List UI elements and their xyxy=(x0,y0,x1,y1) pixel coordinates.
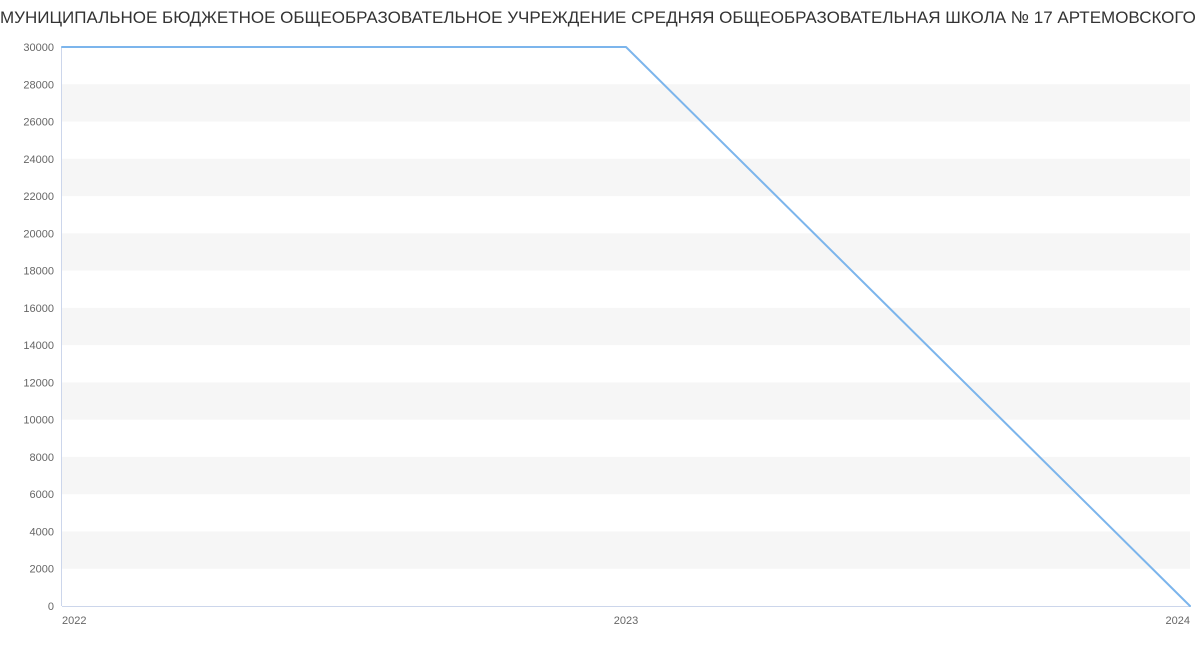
y-tick-label: 26000 xyxy=(23,117,54,129)
y-axis: 0 2000 4000 6000 8000 10000 12000 14000 16000 180… xyxy=(23,42,54,613)
y-tick-label: 22000 xyxy=(23,191,54,203)
y-tick-label: 30000 xyxy=(23,42,54,54)
y-tick-label: 10000 xyxy=(23,415,54,427)
y-tick-label: 14000 xyxy=(23,340,54,352)
y-tick-label: 12000 xyxy=(23,377,54,389)
y-tick-label: 28000 xyxy=(23,79,54,91)
x-tick-label: 2024 xyxy=(1166,615,1190,627)
chart-svg: 0 2000 4000 6000 8000 10000 12000 14000 16000 180… xyxy=(0,0,1200,650)
plot-bands xyxy=(62,84,1190,568)
y-tick-label: 18000 xyxy=(23,266,54,278)
y-tick-label: 0 xyxy=(48,601,54,613)
x-axis: 2022 2023 2024 xyxy=(62,615,1190,627)
y-tick-label: 8000 xyxy=(30,452,54,464)
y-tick-label: 20000 xyxy=(23,228,54,240)
chart-container: МУНИЦИПАЛЬНОЕ БЮДЖЕТНОЕ ОБЩЕОБРАЗОВАТЕЛЬ… xyxy=(0,0,1200,650)
y-tick-label: 6000 xyxy=(30,489,54,501)
y-tick-label: 2000 xyxy=(30,564,54,576)
y-tick-label: 4000 xyxy=(30,526,54,538)
x-tick-label: 2023 xyxy=(614,615,638,627)
y-tick-label: 24000 xyxy=(23,154,54,166)
x-tick-label: 2022 xyxy=(62,615,86,627)
y-tick-label: 16000 xyxy=(23,303,54,315)
